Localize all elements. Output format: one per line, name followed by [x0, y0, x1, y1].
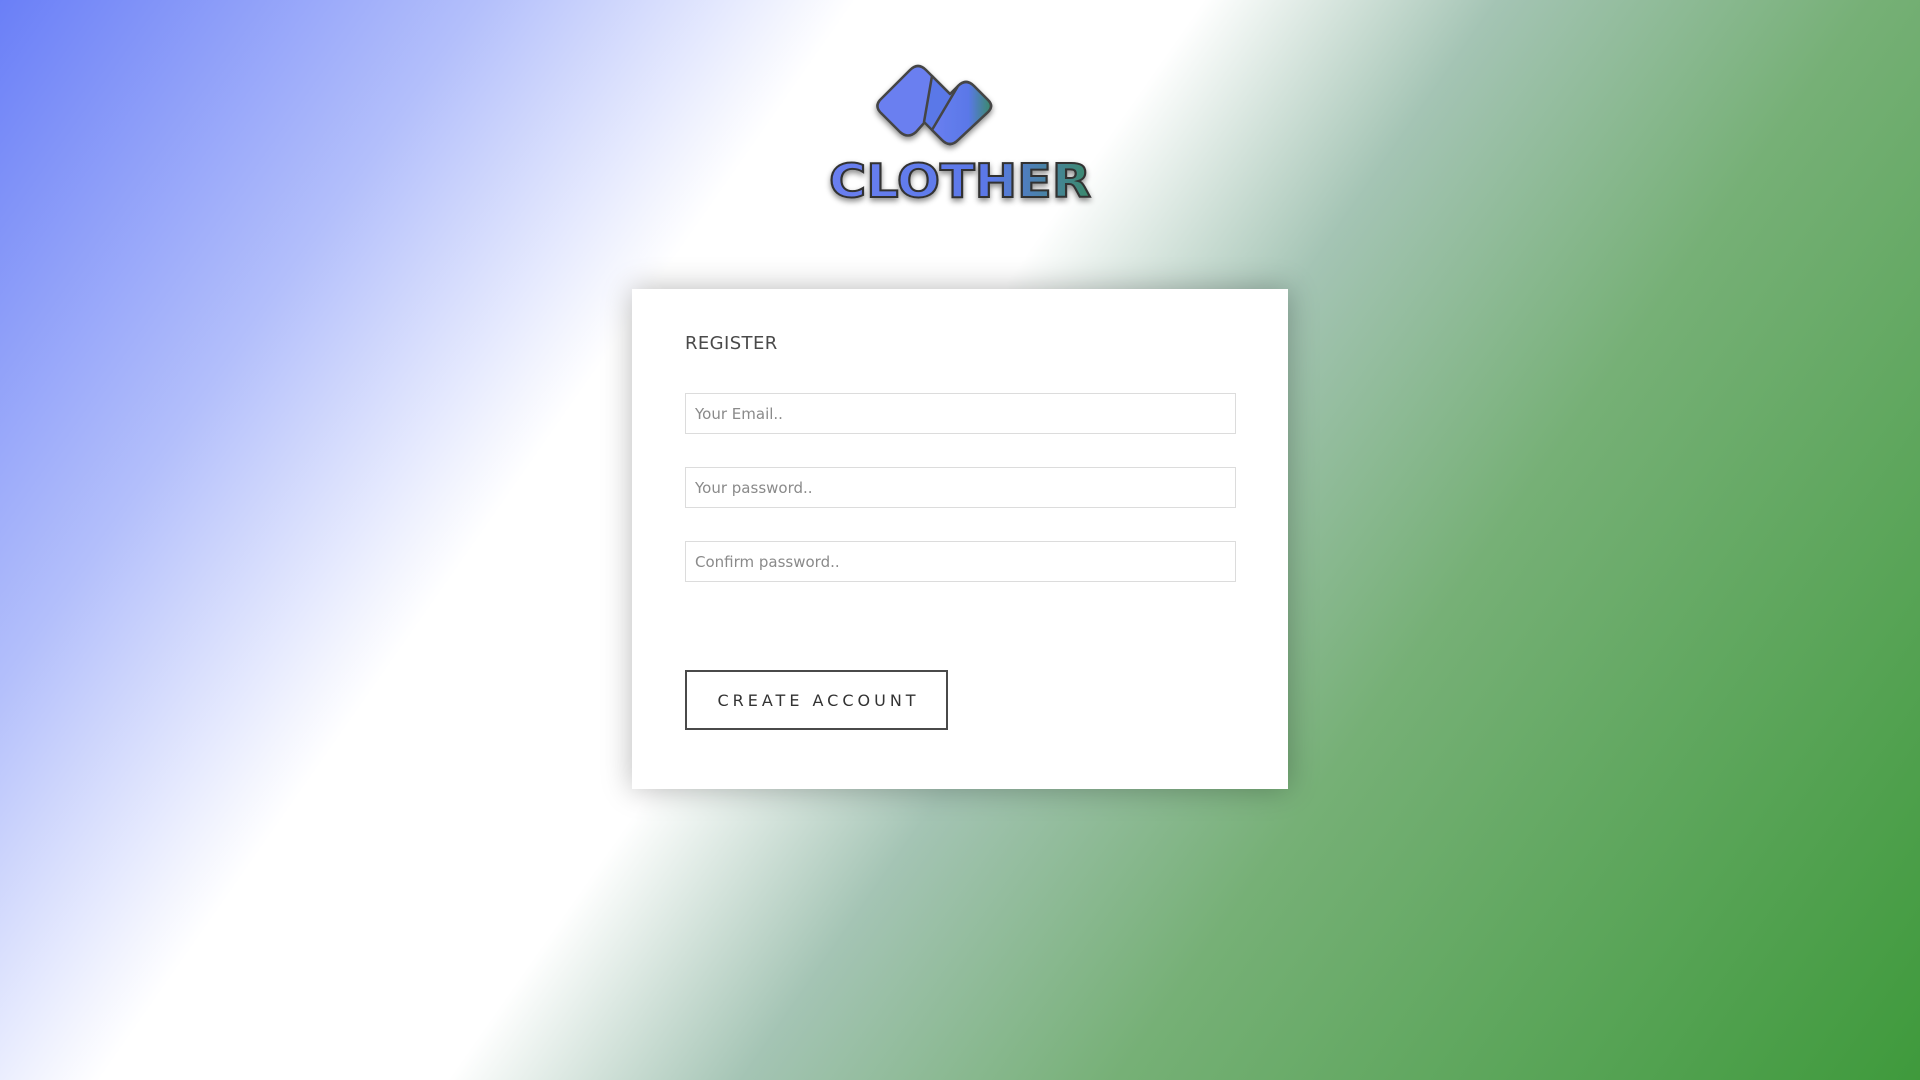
- create-account-button[interactable]: CREATE ACCOUNT: [685, 670, 948, 730]
- register-title: REGISTER: [685, 333, 778, 354]
- chevron-logo-icon: CLOTHER: [828, 64, 1092, 209]
- brand-logo: CLOTHER: [820, 40, 1100, 210]
- register-card: REGISTER CREATE ACCOUNT: [632, 289, 1288, 789]
- logo-wordmark: CLOTHER: [829, 154, 1091, 208]
- password-input[interactable]: [685, 467, 1236, 508]
- email-input[interactable]: [685, 393, 1236, 434]
- confirm-password-input[interactable]: [685, 541, 1236, 582]
